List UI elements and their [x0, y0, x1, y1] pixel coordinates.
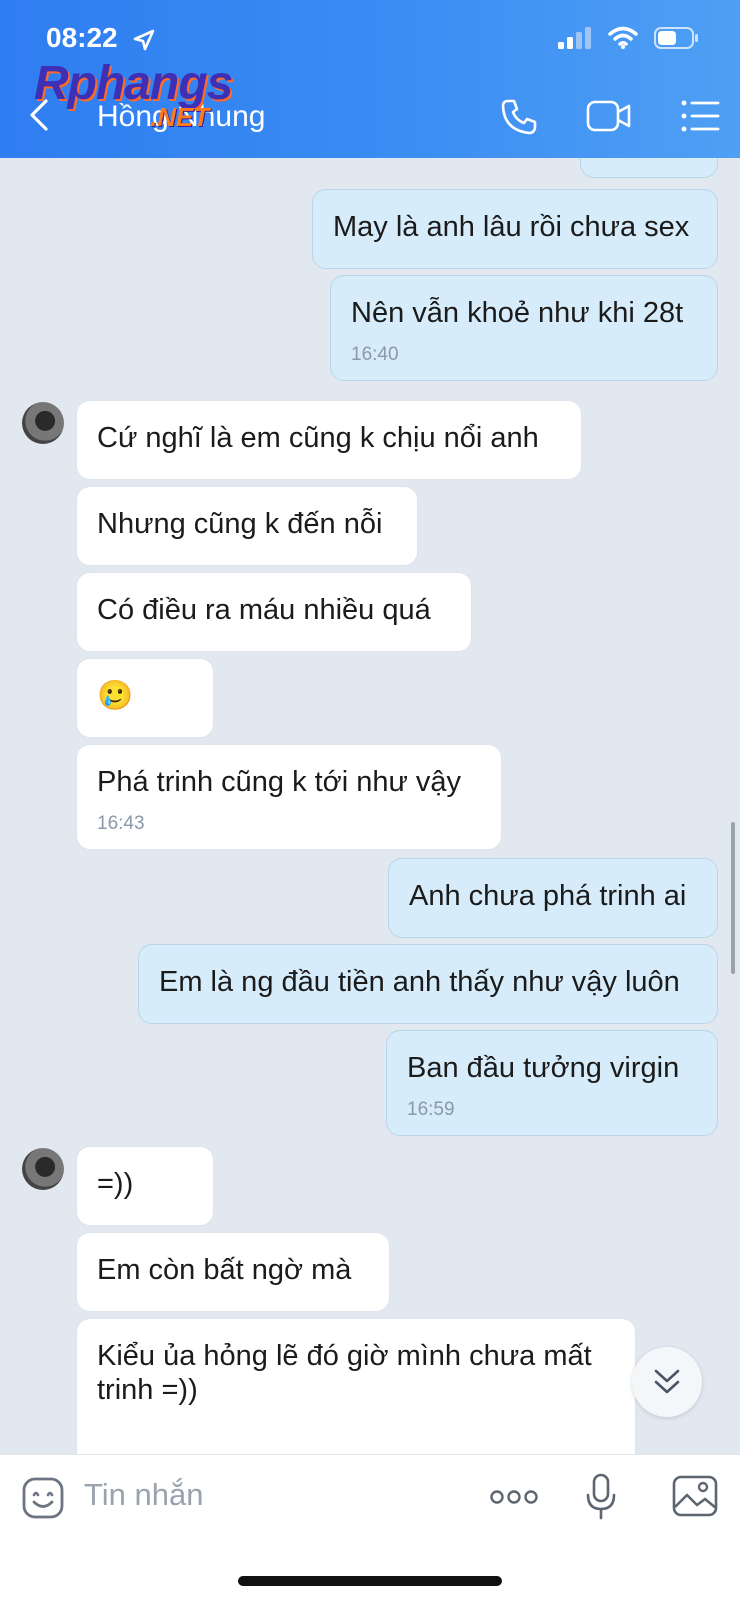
message-bubble-incoming[interactable]: Nhưng cũng k đến nỗi: [76, 486, 418, 566]
emoji-message: 🥲: [97, 680, 134, 712]
chat-scrollbar[interactable]: [731, 822, 735, 974]
more-dots-icon[interactable]: [490, 1489, 538, 1505]
message-bubble-incoming[interactable]: =)): [76, 1146, 214, 1226]
message-time: 16:40: [351, 344, 399, 365]
message-text: Cứ nghĩ là em cũng k chịu nổi anh: [97, 422, 539, 454]
chat-header: 08:22 Hồng Nhung Rphangs .NET: [0, 0, 740, 158]
message-bubble-incoming[interactable]: Em còn bất ngờ mà: [76, 1232, 390, 1312]
message-bubble-outgoing[interactable]: Ban đầu tưởng virgin 16:59: [386, 1030, 718, 1136]
message-text: Nên vẫn khoẻ như khi 28t: [351, 297, 684, 329]
message-bubble-outgoing[interactable]: Em là ng đầu tiền anh thấy như vậy luôn: [138, 944, 718, 1024]
message-time: 16:59: [407, 1099, 455, 1120]
video-camera-icon[interactable]: [586, 98, 632, 134]
image-gallery-icon[interactable]: [672, 1475, 718, 1517]
location-arrow-icon: [133, 29, 155, 51]
scroll-to-bottom-button[interactable]: [632, 1347, 702, 1417]
message-text: Kiểu ủa hỏng lẽ đó giờ mình chưa mất tri…: [97, 1340, 592, 1406]
message-bubble-outgoing[interactable]: May là anh lâu rồi chưa sex: [312, 189, 718, 269]
list-menu-icon[interactable]: [680, 98, 720, 134]
message-bubble-incoming[interactable]: Cứ nghĩ là em cũng k chịu nổi anh: [76, 400, 582, 480]
watermark-sub: .NET: [150, 102, 210, 132]
message-input[interactable]: Tin nhắn: [84, 1477, 204, 1513]
message-bubble-incoming[interactable]: 🥲: [76, 658, 214, 738]
message-bubble-incoming[interactable]: Kiểu ủa hỏng lẽ đó giờ mình chưa mất tri…: [76, 1318, 636, 1454]
avatar[interactable]: [22, 1148, 64, 1190]
phone-icon[interactable]: [500, 98, 538, 136]
chat-area[interactable]: May là anh lâu rồi chưa sex Nên vẫn khoẻ…: [0, 158, 740, 1454]
microphone-icon[interactable]: [585, 1473, 617, 1521]
message-text: Phá trinh cũng k tới như vậy: [97, 766, 462, 798]
message-bubble-incoming[interactable]: Có điều ra máu nhiều quá: [76, 572, 472, 652]
wifi-icon: [608, 26, 638, 49]
message-bubble-incoming[interactable]: Phá trinh cũng k tới như vậy 16:43: [76, 744, 502, 850]
signal-icon: [558, 27, 591, 49]
previous-message-partial[interactable]: [580, 158, 718, 178]
home-indicator[interactable]: [238, 1576, 502, 1586]
double-chevron-down-icon: [654, 1369, 680, 1394]
message-text: =)): [97, 1168, 134, 1200]
message-bubble-outgoing[interactable]: Nên vẫn khoẻ như khi 28t 16:40: [330, 275, 718, 381]
status-time: 08:22: [46, 22, 118, 53]
sticker-smile-icon[interactable]: [22, 1477, 64, 1519]
message-text: Ban đầu tưởng virgin: [407, 1052, 680, 1084]
message-bubble-outgoing[interactable]: Anh chưa phá trinh ai: [388, 858, 718, 938]
message-text: Nhưng cũng k đến nỗi: [97, 508, 383, 540]
battery-icon: [654, 27, 698, 49]
message-text: Em là ng đầu tiền anh thấy như vậy luôn: [159, 966, 680, 998]
message-text: May là anh lâu rồi chưa sex: [333, 211, 690, 243]
message-text: Em còn bất ngờ mà: [97, 1254, 352, 1286]
watermark-logo: Rphangs .NET: [34, 56, 233, 132]
status-icons: [558, 26, 700, 50]
message-text: Anh chưa phá trinh ai: [409, 880, 687, 912]
avatar[interactable]: [22, 402, 64, 444]
message-time: 16:43: [97, 813, 145, 834]
message-text: Có điều ra máu nhiều quá: [97, 594, 431, 626]
